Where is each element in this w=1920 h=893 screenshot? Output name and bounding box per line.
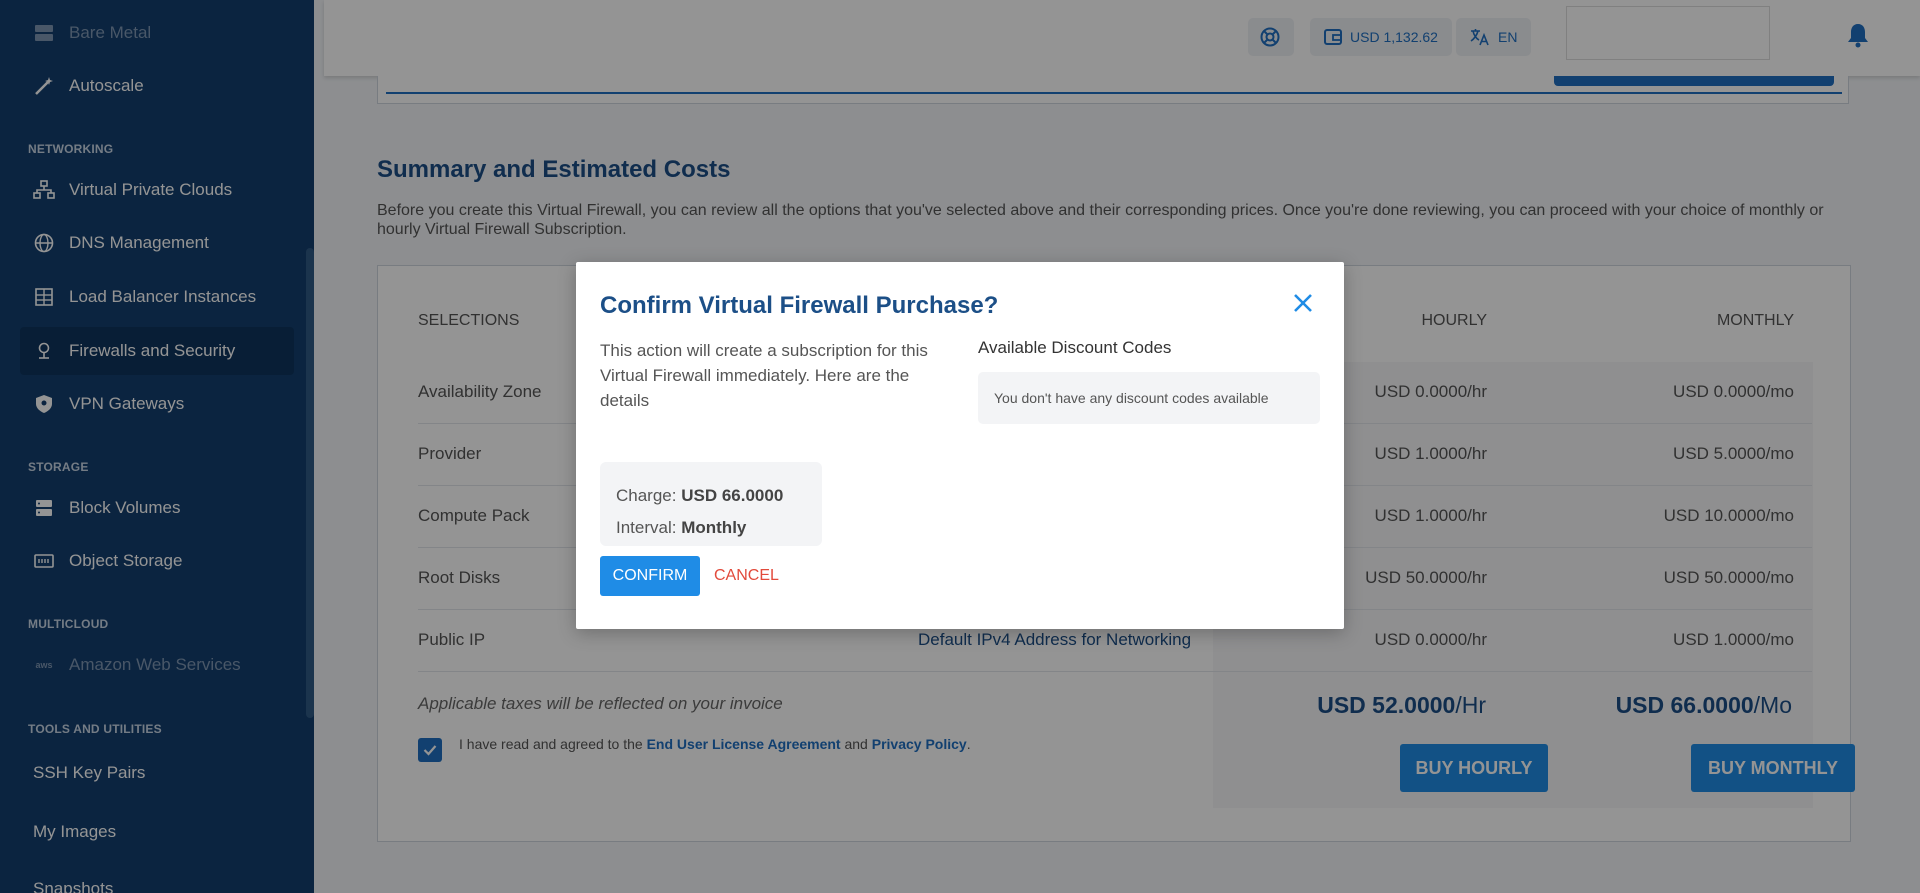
charge-label: Charge: [616, 486, 677, 505]
charge-line: Charge: USD 66.0000 [616, 480, 806, 512]
confirm-purchase-modal: Confirm Virtual Firewall Purchase? This … [576, 262, 1344, 629]
charge-value: USD 66.0000 [681, 486, 784, 505]
modal-title: Confirm Virtual Firewall Purchase? [600, 292, 999, 319]
interval-value: Monthly [681, 518, 747, 537]
interval-label: Interval: [616, 518, 677, 537]
cancel-button[interactable]: CANCEL [714, 567, 779, 585]
interval-line: Interval: Monthly [616, 512, 806, 544]
charge-details: Charge: USD 66.0000 Interval: Monthly [600, 462, 822, 546]
modal-description: This action will create a subscription f… [600, 341, 928, 410]
confirm-button[interactable]: CONFIRM [600, 556, 700, 596]
discount-codes-box: You don't have any discount codes availa… [978, 372, 1320, 424]
close-icon[interactable] [1292, 292, 1318, 318]
discount-codes-title: Available Discount Codes [978, 338, 1172, 357]
